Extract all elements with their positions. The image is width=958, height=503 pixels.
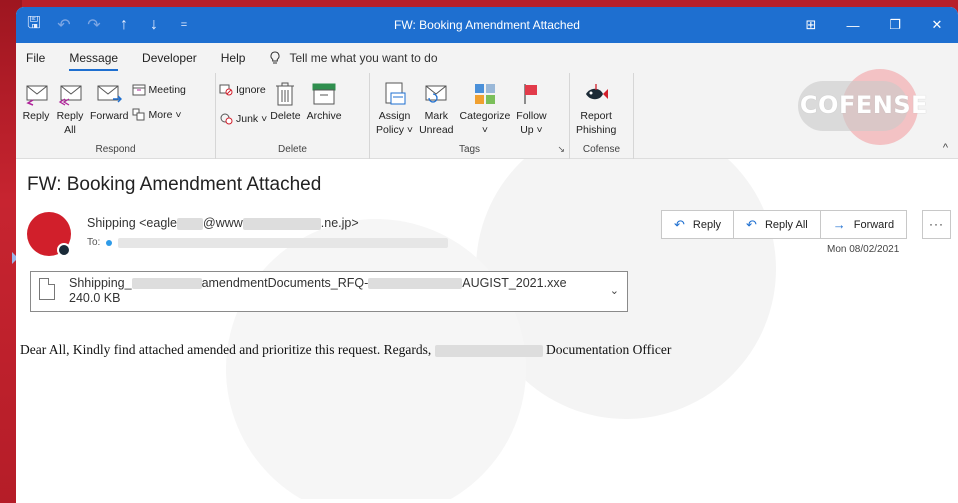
redacted-block — [242, 217, 321, 230]
close-button[interactable]: ✕ — [916, 17, 958, 33]
delete-group: Ignore Junk ˅ Delete Archive Delete — [216, 73, 370, 159]
categorize-icon — [471, 79, 499, 109]
undo-icon[interactable]: ↶ — [56, 15, 72, 35]
respond-group: Reply Reply All Forward Meeting More ˅ R… — [16, 73, 216, 159]
attachment-name: Shhipping_ amendmentDocuments_RFQ- AUGIST_… — [69, 276, 567, 290]
categorize-button[interactable]: Categorize ˅ — [457, 79, 514, 137]
forward-action-button[interactable]: → Forward — [821, 211, 906, 238]
tags-group: Assign Policy ˅ Mark Unread Categorize ˅ — [370, 73, 570, 159]
more-actions-button[interactable]: ··· — [922, 210, 951, 239]
reply-action-button[interactable]: ↶ Reply — [662, 211, 735, 238]
trash-icon — [271, 79, 299, 109]
tell-me-text: Tell me what you want to do — [289, 51, 438, 65]
assign-policy-button[interactable]: Assign Policy ˅ — [373, 79, 416, 137]
customize-toolbar-icon[interactable]: = — [176, 19, 192, 31]
tags-group-label: Tags — [458, 144, 481, 155]
ignore-button[interactable]: Ignore — [219, 83, 267, 96]
reply-arrow-icon: ↶ — [674, 216, 685, 232]
forward-button[interactable]: Forward — [87, 79, 132, 123]
ignore-icon — [219, 84, 233, 96]
cofense-logo: COFENSE — [788, 69, 928, 149]
redacted-block — [131, 278, 202, 290]
calendar-icon — [132, 84, 146, 96]
redacted-block — [118, 237, 449, 248]
file-icon — [39, 278, 55, 300]
follow-up-button[interactable]: Follow Up ˅ — [513, 79, 549, 137]
more-respond-icon — [132, 108, 145, 121]
tab-message[interactable]: Message — [69, 51, 118, 71]
respond-group-label: Respond — [95, 144, 136, 155]
recipient-presence-icon — [106, 239, 113, 246]
junk-button[interactable]: Junk ˅ — [219, 112, 267, 125]
redacted-block — [177, 217, 204, 230]
tab-help[interactable]: Help — [221, 51, 246, 65]
tab-file[interactable]: File — [26, 51, 45, 65]
tab-developer[interactable]: Developer — [142, 51, 197, 65]
archive-icon — [310, 79, 338, 109]
reply-icon — [22, 79, 50, 109]
quick-access-toolbar: 🖫 ↶ ↷ ↑ ↓ = — [16, 12, 192, 39]
attachment-card[interactable]: Shhipping_ amendmentDocuments_RFQ- AUGIST_… — [30, 271, 628, 312]
save-icon[interactable]: 🖫 — [26, 12, 42, 39]
presence-status-icon — [57, 243, 71, 257]
previous-item-icon[interactable]: ↑ — [116, 16, 132, 34]
title-bar: 🖫 ↶ ↷ ↑ ↓ = FW: Booking Amendment Attach… — [16, 7, 958, 43]
cofense-group: Report Phishing Cofense — [570, 73, 634, 159]
delete-group-label: Delete — [278, 144, 307, 155]
redacted-block — [434, 344, 543, 357]
recipient-line: To: — [87, 237, 449, 248]
forward-arrow-icon: → — [832, 217, 846, 232]
more-respond-button[interactable]: More ˅ — [132, 108, 186, 121]
next-item-icon[interactable]: ↓ — [146, 16, 162, 34]
delete-button[interactable]: Delete — [267, 79, 303, 123]
reply-button[interactable]: Reply — [19, 79, 53, 123]
message-date: Mon 08/02/2021 — [827, 244, 900, 255]
reply-all-arrow-icon: ↶ — [746, 216, 757, 232]
message-subject: FW: Booking Amendment Attached — [27, 174, 322, 195]
meeting-button[interactable]: Meeting — [132, 83, 186, 96]
message-window: 🖫 ↶ ↷ ↑ ↓ = FW: Booking Amendment Attach… — [16, 7, 958, 503]
assign-policy-icon — [381, 79, 409, 109]
chevron-down-icon[interactable]: ⌄ — [610, 284, 619, 297]
phishing-fish-icon — [582, 79, 610, 109]
junk-icon — [220, 113, 233, 125]
report-phishing-button[interactable]: Report Phishing — [573, 79, 619, 137]
reply-all-button[interactable]: Reply All — [53, 79, 87, 137]
reading-pane: FW: Booking Amendment Attached Shipping … — [16, 159, 958, 503]
envelope-icon — [422, 79, 450, 109]
message-body: Dear All, Kindly find attached amended a… — [20, 342, 672, 357]
attachment-size: 240.0 KB — [69, 291, 121, 305]
cofense-group-label: Cofense — [582, 144, 621, 155]
window-controls: ⊞ — ❐ ✕ — [790, 7, 958, 43]
cofense-logo-text: COFENSE — [799, 91, 928, 119]
lightbulb-icon — [270, 51, 280, 64]
collapse-ribbon-icon[interactable]: ^ — [943, 142, 948, 154]
ribbon-display-options-button[interactable]: ⊞ — [790, 17, 832, 33]
tell-me-search[interactable]: Tell me what you want to do — [269, 51, 438, 65]
redo-icon[interactable]: ↷ — [86, 15, 102, 35]
archive-button[interactable]: Archive — [304, 79, 345, 123]
mark-unread-button[interactable]: Mark Unread — [416, 79, 456, 137]
redacted-block — [368, 278, 463, 290]
forward-icon — [95, 79, 123, 109]
respond-small-buttons: Meeting More ˅ — [132, 79, 186, 121]
flag-icon — [517, 79, 545, 109]
minimize-button[interactable]: — — [832, 18, 874, 33]
reply-all-action-button[interactable]: ↶ Reply All — [734, 211, 821, 238]
restore-button[interactable]: ❐ — [874, 17, 916, 33]
reply-all-icon — [56, 79, 84, 109]
delete-small-buttons: Ignore Junk ˅ — [219, 79, 267, 125]
sender-address[interactable]: Shipping <eagle @www .ne.jp> — [87, 216, 359, 230]
message-actions: ↶ Reply ↶ Reply All → Forward — [661, 210, 908, 239]
